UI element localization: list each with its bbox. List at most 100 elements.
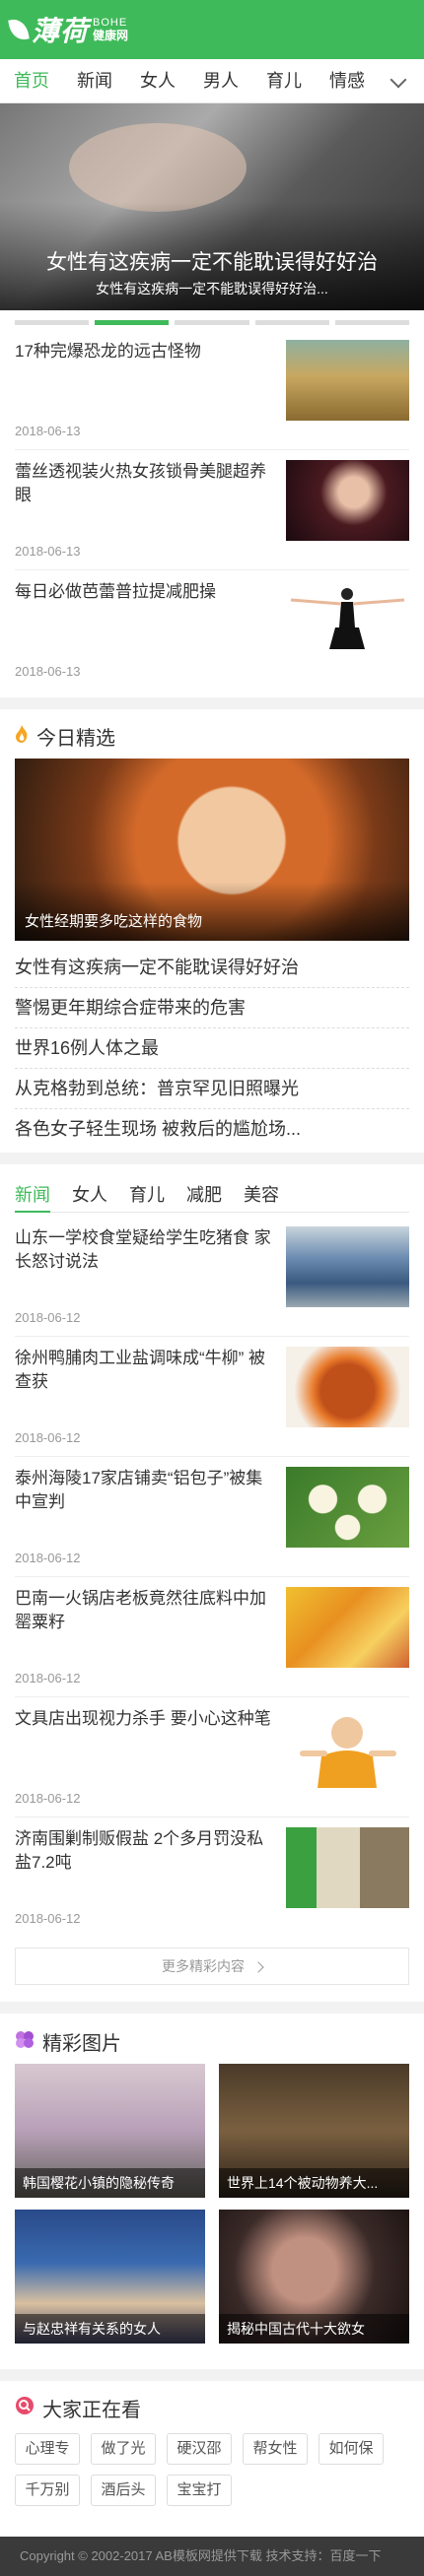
tab-women[interactable]: 女人	[72, 1177, 107, 1213]
list-item[interactable]: 文具店出现视力杀手 要小心这种笔 2018-06-12	[15, 1697, 409, 1817]
featured-image[interactable]: 女性经期要多吃这样的食物	[15, 759, 409, 941]
tab-beauty[interactable]: 美容	[244, 1177, 279, 1213]
gallery-item[interactable]: 与赵忠祥有关系的女人	[15, 2210, 205, 2344]
main-nav: 首页 新闻 女人 男人 育儿 情感	[0, 59, 424, 103]
carousel-dot[interactable]	[334, 320, 410, 325]
news-article-list: 山东一学校食堂疑给学生吃猪食 家长怒讨说法 2018-06-12 徐州鸭脯肉工业…	[15, 1217, 409, 1938]
article-date: 2018-06-12	[15, 1911, 81, 1926]
article-title: 文具店出现视力杀手 要小心这种笔	[15, 1709, 271, 1728]
child-illustration	[300, 1717, 396, 1788]
tag-button[interactable]: 酒后头	[91, 2475, 156, 2506]
nav-item-women[interactable]: 女人	[140, 59, 176, 102]
article-date: 2018-06-12	[15, 1671, 81, 1685]
article-thumbnail	[286, 1226, 409, 1307]
section-title-text: 精彩图片	[42, 2033, 121, 2055]
carousel-dot[interactable]	[15, 320, 90, 325]
photos-icon	[15, 2030, 35, 2054]
site-logo[interactable]: 薄荷 BOHE 健康网	[8, 10, 128, 49]
gallery-caption: 世界上14个被动物养大...	[219, 2168, 409, 2198]
hero-banner[interactable]: 女性有这疾病一定不能耽误得好好治 女性有这疾病一定不能耽误得好好治...	[0, 103, 424, 310]
category-tabs: 新闻 女人 育儿 减肥 美容	[15, 1177, 409, 1213]
list-item[interactable]: 济南围剿制贩假盐 2个多月罚没私盐7.2吨 2018-06-12	[15, 1817, 409, 1938]
nav-item-men[interactable]: 男人	[203, 59, 239, 102]
tag-cloud: 心理专 做了光 硬汉邵 帮女性 如何保 千万别 酒后头 宝宝打	[15, 2433, 409, 2506]
list-item[interactable]: 徐州鸭脯肉工业盐调味成“牛柳” 被查获 2018-06-12	[15, 1337, 409, 1457]
list-item[interactable]: 山东一学校食堂疑给学生吃猪食 家长怒讨说法 2018-06-12	[15, 1217, 409, 1337]
today-links: 女性有这疾病一定不能耽误得好好治 警惕更年期综合症带来的危害 世界16例人体之最…	[15, 948, 409, 1150]
logo-cn2: 健康网	[93, 29, 129, 42]
gallery-caption: 韩国樱花小镇的隐秘传奇	[15, 2168, 205, 2198]
list-item[interactable]: 巴南一火锅店老板竟然往底料中加罂粟籽 2018-06-12	[15, 1577, 409, 1697]
gallery-item[interactable]: 韩国樱花小镇的隐秘传奇	[15, 2064, 205, 2198]
text-link[interactable]: 警惕更年期综合症带来的危害	[15, 988, 409, 1028]
article-date: 2018-06-12	[15, 1791, 81, 1806]
text-link[interactable]: 世界16例人体之最	[15, 1028, 409, 1069]
banner-title: 女性有这疾病一定不能耽误得好好治	[46, 251, 378, 274]
text-link[interactable]: 从克格勃到总统：普京罕见旧照曝光	[15, 1069, 409, 1109]
nav-item-news[interactable]: 新闻	[77, 59, 112, 102]
list-item[interactable]: 17种完爆恐龙的远古怪物 2018-06-13	[15, 330, 409, 450]
list-item[interactable]: 每日必做芭蕾普拉提减肥操 2018-06-13	[15, 570, 409, 691]
site-header: 薄荷 BOHE 健康网	[0, 0, 424, 59]
gallery-item[interactable]: 世界上14个被动物养大...	[219, 2064, 409, 2198]
article-thumbnail	[286, 580, 409, 661]
chevron-right-icon	[252, 1961, 264, 1973]
article-thumbnail	[286, 1707, 409, 1788]
nav-item-emotion[interactable]: 情感	[329, 59, 365, 102]
banner-image	[69, 123, 247, 212]
article-date: 2018-06-12	[15, 1310, 81, 1325]
dancer-illustration	[290, 588, 405, 649]
search-icon	[15, 2396, 35, 2421]
tab-news[interactable]: 新闻	[15, 1177, 50, 1213]
tag-button[interactable]: 宝宝打	[167, 2475, 232, 2506]
tag-button[interactable]: 硬汉邵	[167, 2433, 232, 2465]
article-title: 17种完爆恐龙的远古怪物	[15, 342, 201, 361]
article-title: 巴南一火锅店老板竟然往底料中加罂粟籽	[15, 1589, 266, 1631]
watching-section-title: 大家正在看	[15, 2394, 141, 2422]
tag-button[interactable]: 如何保	[318, 2433, 384, 2465]
carousel-dot[interactable]	[254, 320, 329, 325]
site-footer: Copyright © 2002-2017 AB模板网提供下载 技术支持：百度一…	[0, 2537, 424, 2576]
article-date: 2018-06-13	[15, 424, 81, 438]
tag-button[interactable]: 心理专	[15, 2433, 80, 2465]
article-title: 泰州海陵17家店铺卖“铝包子”被集中宣判	[15, 1469, 263, 1511]
article-thumbnail	[286, 1587, 409, 1668]
list-item[interactable]: 泰州海陵17家店铺卖“铝包子”被集中宣判 2018-06-12	[15, 1457, 409, 1577]
tag-button[interactable]: 做了光	[91, 2433, 156, 2465]
text-link[interactable]: 各色女子轻生现场 被救后的尴尬场...	[15, 1109, 409, 1150]
text-link[interactable]: 女性有这疾病一定不能耽误得好好治	[15, 948, 409, 988]
carousel-dot-active[interactable]	[95, 320, 170, 325]
carousel-dot[interactable]	[175, 320, 249, 325]
article-date: 2018-06-12	[15, 1430, 81, 1445]
nav-item-parenting[interactable]: 育儿	[266, 59, 302, 102]
article-title: 每日必做芭蕾普拉提减肥操	[15, 582, 216, 601]
tag-button[interactable]: 千万别	[15, 2475, 80, 2506]
load-more-button[interactable]: 更多精彩内容	[15, 1948, 409, 1985]
article-title: 蕾丝透视装火热女孩锁骨美腿超养眼	[15, 462, 266, 504]
leaf-icon	[8, 17, 30, 42]
section-divider	[0, 697, 424, 709]
nav-item-home[interactable]: 首页	[14, 59, 49, 102]
article-title: 徐州鸭脯肉工业盐调味成“牛柳” 被查获	[15, 1349, 266, 1391]
article-thumbnail	[286, 340, 409, 421]
gallery-item[interactable]: 揭秘中国古代十大欲女	[219, 2210, 409, 2344]
section-title-text: 大家正在看	[42, 2400, 141, 2421]
carousel-indicators	[15, 320, 410, 326]
list-item[interactable]: 蕾丝透视装火热女孩锁骨美腿超养眼 2018-06-13	[15, 450, 409, 570]
feature-caption: 女性经期要多吃这样的食物	[25, 913, 203, 930]
tab-weight-loss[interactable]: 减肥	[186, 1177, 222, 1213]
gallery-caption: 与赵忠祥有关系的女人	[15, 2314, 205, 2344]
tab-parenting[interactable]: 育儿	[129, 1177, 165, 1213]
article-date: 2018-06-13	[15, 544, 81, 559]
gallery-caption: 揭秘中国古代十大欲女	[219, 2314, 409, 2344]
article-title: 山东一学校食堂疑给学生吃猪食 家长怒讨说法	[15, 1228, 271, 1271]
flame-icon	[15, 724, 29, 749]
article-title: 济南围剿制贩假盐 2个多月罚没私盐7.2吨	[15, 1829, 264, 1872]
section-divider	[0, 1153, 424, 1164]
load-more-label: 更多精彩内容	[162, 1958, 246, 1974]
gallery-section-title: 精彩图片	[15, 2027, 121, 2056]
logo-subtext: BOHE 健康网	[93, 17, 128, 42]
chevron-down-icon[interactable]	[389, 71, 407, 89]
tag-button[interactable]: 帮女性	[243, 2433, 308, 2465]
article-thumbnail	[286, 1827, 409, 1908]
